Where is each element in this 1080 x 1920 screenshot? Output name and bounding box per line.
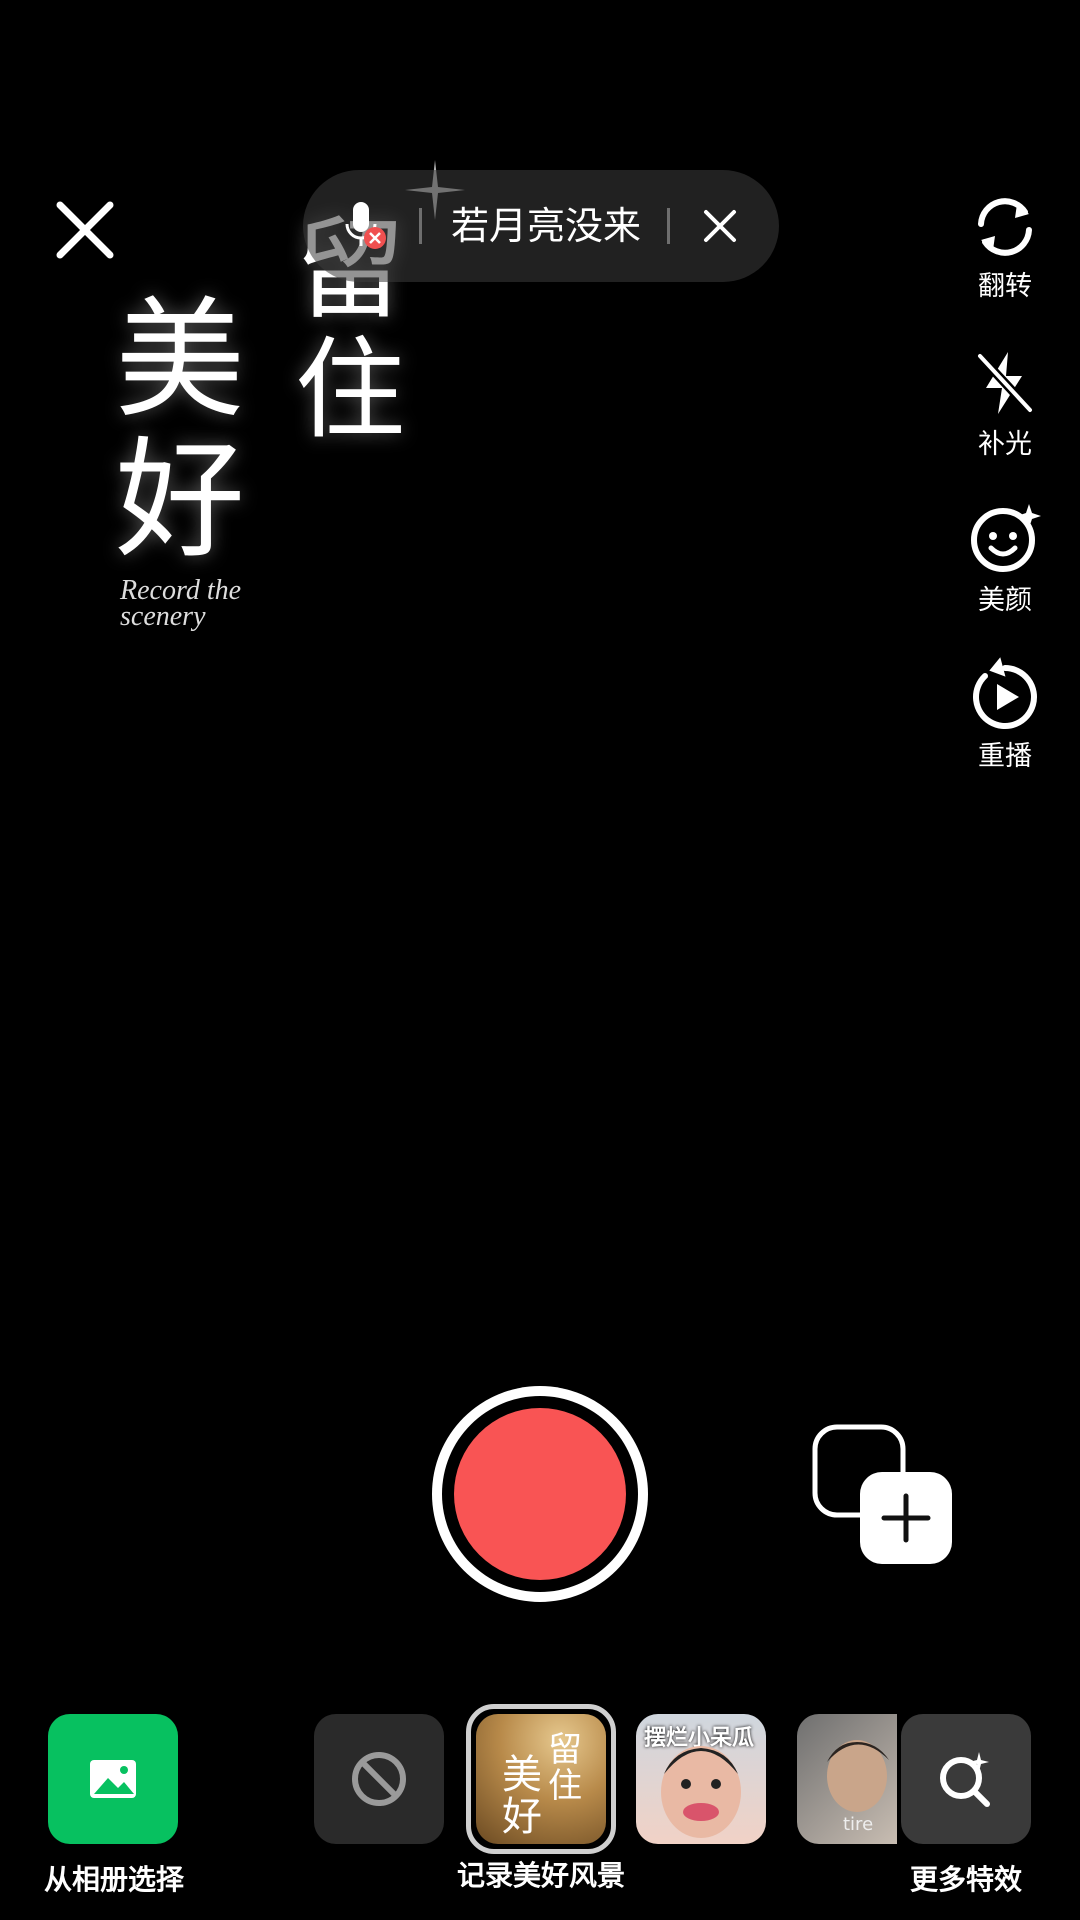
more-effects-label: 更多特效 [909,1863,1022,1896]
beauty-button[interactable]: 美颜 [950,502,1060,617]
fill-light-button[interactable]: 补光 [950,348,1060,461]
effect-kid[interactable]: tire [797,1714,897,1844]
image-icon [90,1760,136,1798]
search-sparkle-icon [940,1752,990,1807]
record-ring [442,1396,638,1592]
kid-effect-text: tire [843,1814,874,1835]
beauty-label: 美颜 [978,585,1032,616]
music-selector[interactable]: 若月亮没来 [303,170,779,282]
flip-camera-button[interactable]: 翻转 [950,194,1060,303]
mic-muted-icon[interactable] [341,200,389,252]
overlay-char-mei: 美 [115,284,246,436]
effect-record-scenery[interactable]: 美 好 留 住 [476,1714,606,1844]
overlay-subtitle: Record the scenery [120,575,242,632]
record-dot [454,1408,626,1580]
flash-off-icon [976,352,1034,414]
add-clip-button[interactable] [812,1424,954,1566]
flip-camera-icon [978,198,1032,256]
pill-divider [667,208,670,244]
album-button[interactable] [48,1714,178,1844]
effect-face-funny[interactable]: 摆烂小呆瓜 [636,1714,766,1844]
overlay-char-hao: 好 [115,424,246,576]
thumb-char: 住 [548,1766,582,1806]
no-effect-icon [352,1752,406,1806]
overlay-char-zhu: 住 [295,326,405,454]
close-icon [56,201,114,259]
music-title[interactable]: 若月亮没来 [451,170,641,282]
pill-divider [419,208,422,244]
more-effects-button[interactable] [901,1714,1031,1844]
face-thumbnail [661,1746,741,1838]
album-label: 从相册选择 [43,1863,184,1896]
beauty-face-icon [971,504,1041,572]
thumb-char: 好 [502,1794,542,1840]
add-clip-icon [812,1424,952,1564]
close-button[interactable] [50,195,120,265]
fill-light-label: 补光 [978,429,1032,460]
selected-effect-label: 记录美好风景 [456,1859,625,1892]
replay-icon [973,657,1037,729]
replay-button[interactable]: 重播 [950,656,1060,773]
replay-label: 重播 [978,741,1032,772]
flip-camera-label: 翻转 [978,271,1032,302]
close-icon[interactable] [700,206,740,246]
record-button[interactable] [432,1386,648,1602]
effect-none[interactable] [314,1714,444,1844]
